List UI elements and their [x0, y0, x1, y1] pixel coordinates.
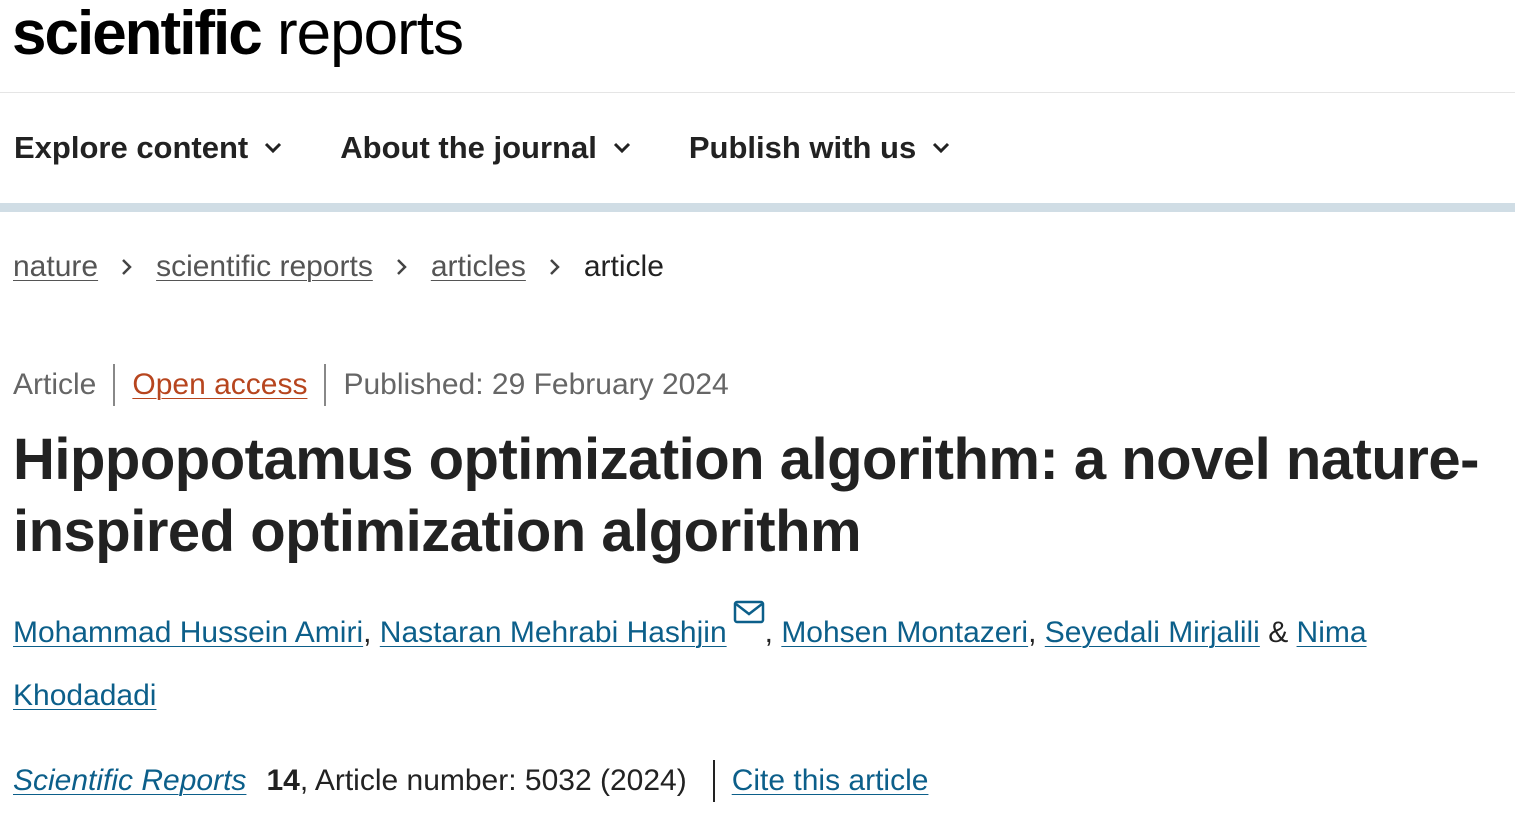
breadcrumb-nature[interactable]: nature	[13, 250, 98, 284]
cite-this-article-link[interactable]: Cite this article	[732, 764, 929, 798]
author-link[interactable]: Mohsen Montazeri	[781, 616, 1028, 649]
published-date: Published: 29 February 2024	[343, 368, 729, 401]
journal-link[interactable]: Scientific Reports	[13, 764, 246, 798]
author-list: Mohammad Hussein Amiri, Nastaran Mehrabi…	[13, 600, 1503, 727]
mail-icon[interactable]	[733, 600, 765, 624]
volume-number: 14	[266, 764, 300, 797]
journal-logo[interactable]: scientific reports	[12, 0, 464, 74]
author-separator: &	[1259, 616, 1297, 649]
main-nav: Explore content About the journal Publis…	[0, 93, 1515, 212]
chevron-down-icon	[613, 142, 630, 154]
nav-publish-with-us[interactable]: Publish with us	[689, 130, 952, 166]
citation-row: Scientific Reports 14 , Article number: …	[13, 760, 928, 802]
breadcrumb-articles[interactable]: articles	[431, 250, 526, 284]
breadcrumb-scientific-reports[interactable]: scientific reports	[156, 250, 373, 284]
nav-publish-with-us-label: Publish with us	[688, 130, 917, 165]
nav-about-journal[interactable]: About the journal	[340, 130, 633, 166]
chevron-down-icon	[933, 142, 950, 154]
author-separator: ,	[1028, 616, 1045, 649]
article-number: , Article number: 5032 (2024)	[299, 764, 687, 797]
article-title: Hippopotamus optimization algorithm: a n…	[13, 427, 1479, 564]
cite-divider	[712, 760, 715, 802]
logo-light-text: reports	[277, 0, 464, 68]
breadcrumb: nature scientific reports articles artic…	[13, 250, 664, 284]
chevron-right-icon	[122, 259, 132, 275]
open-access-link[interactable]: Open access	[132, 368, 307, 402]
meta-divider	[324, 364, 327, 406]
meta-divider	[113, 364, 116, 406]
chevron-right-icon	[549, 259, 560, 275]
chevron-down-icon	[265, 142, 282, 154]
logo-bold-text: scientific	[12, 0, 263, 68]
author-link[interactable]: Nastaran Mehrabi Hashjin	[380, 616, 727, 649]
author-link[interactable]: Mohammad Hussein Amiri	[13, 616, 363, 649]
article-type: Article	[13, 368, 97, 401]
nav-explore-content-label: Explore content	[14, 130, 249, 165]
chevron-right-icon	[396, 259, 407, 275]
breadcrumb-current: article	[583, 250, 664, 283]
author-separator: ,	[764, 616, 782, 649]
article-meta: Article Open access Published: 29 Februa…	[13, 364, 729, 406]
nav-explore-content[interactable]: Explore content	[14, 130, 284, 166]
author-link[interactable]: Seyedali Mirjalili	[1045, 616, 1260, 649]
nav-about-journal-label: About the journal	[340, 130, 597, 165]
author-separator: ,	[363, 616, 380, 649]
site-header: scientific reports	[0, 0, 1515, 93]
